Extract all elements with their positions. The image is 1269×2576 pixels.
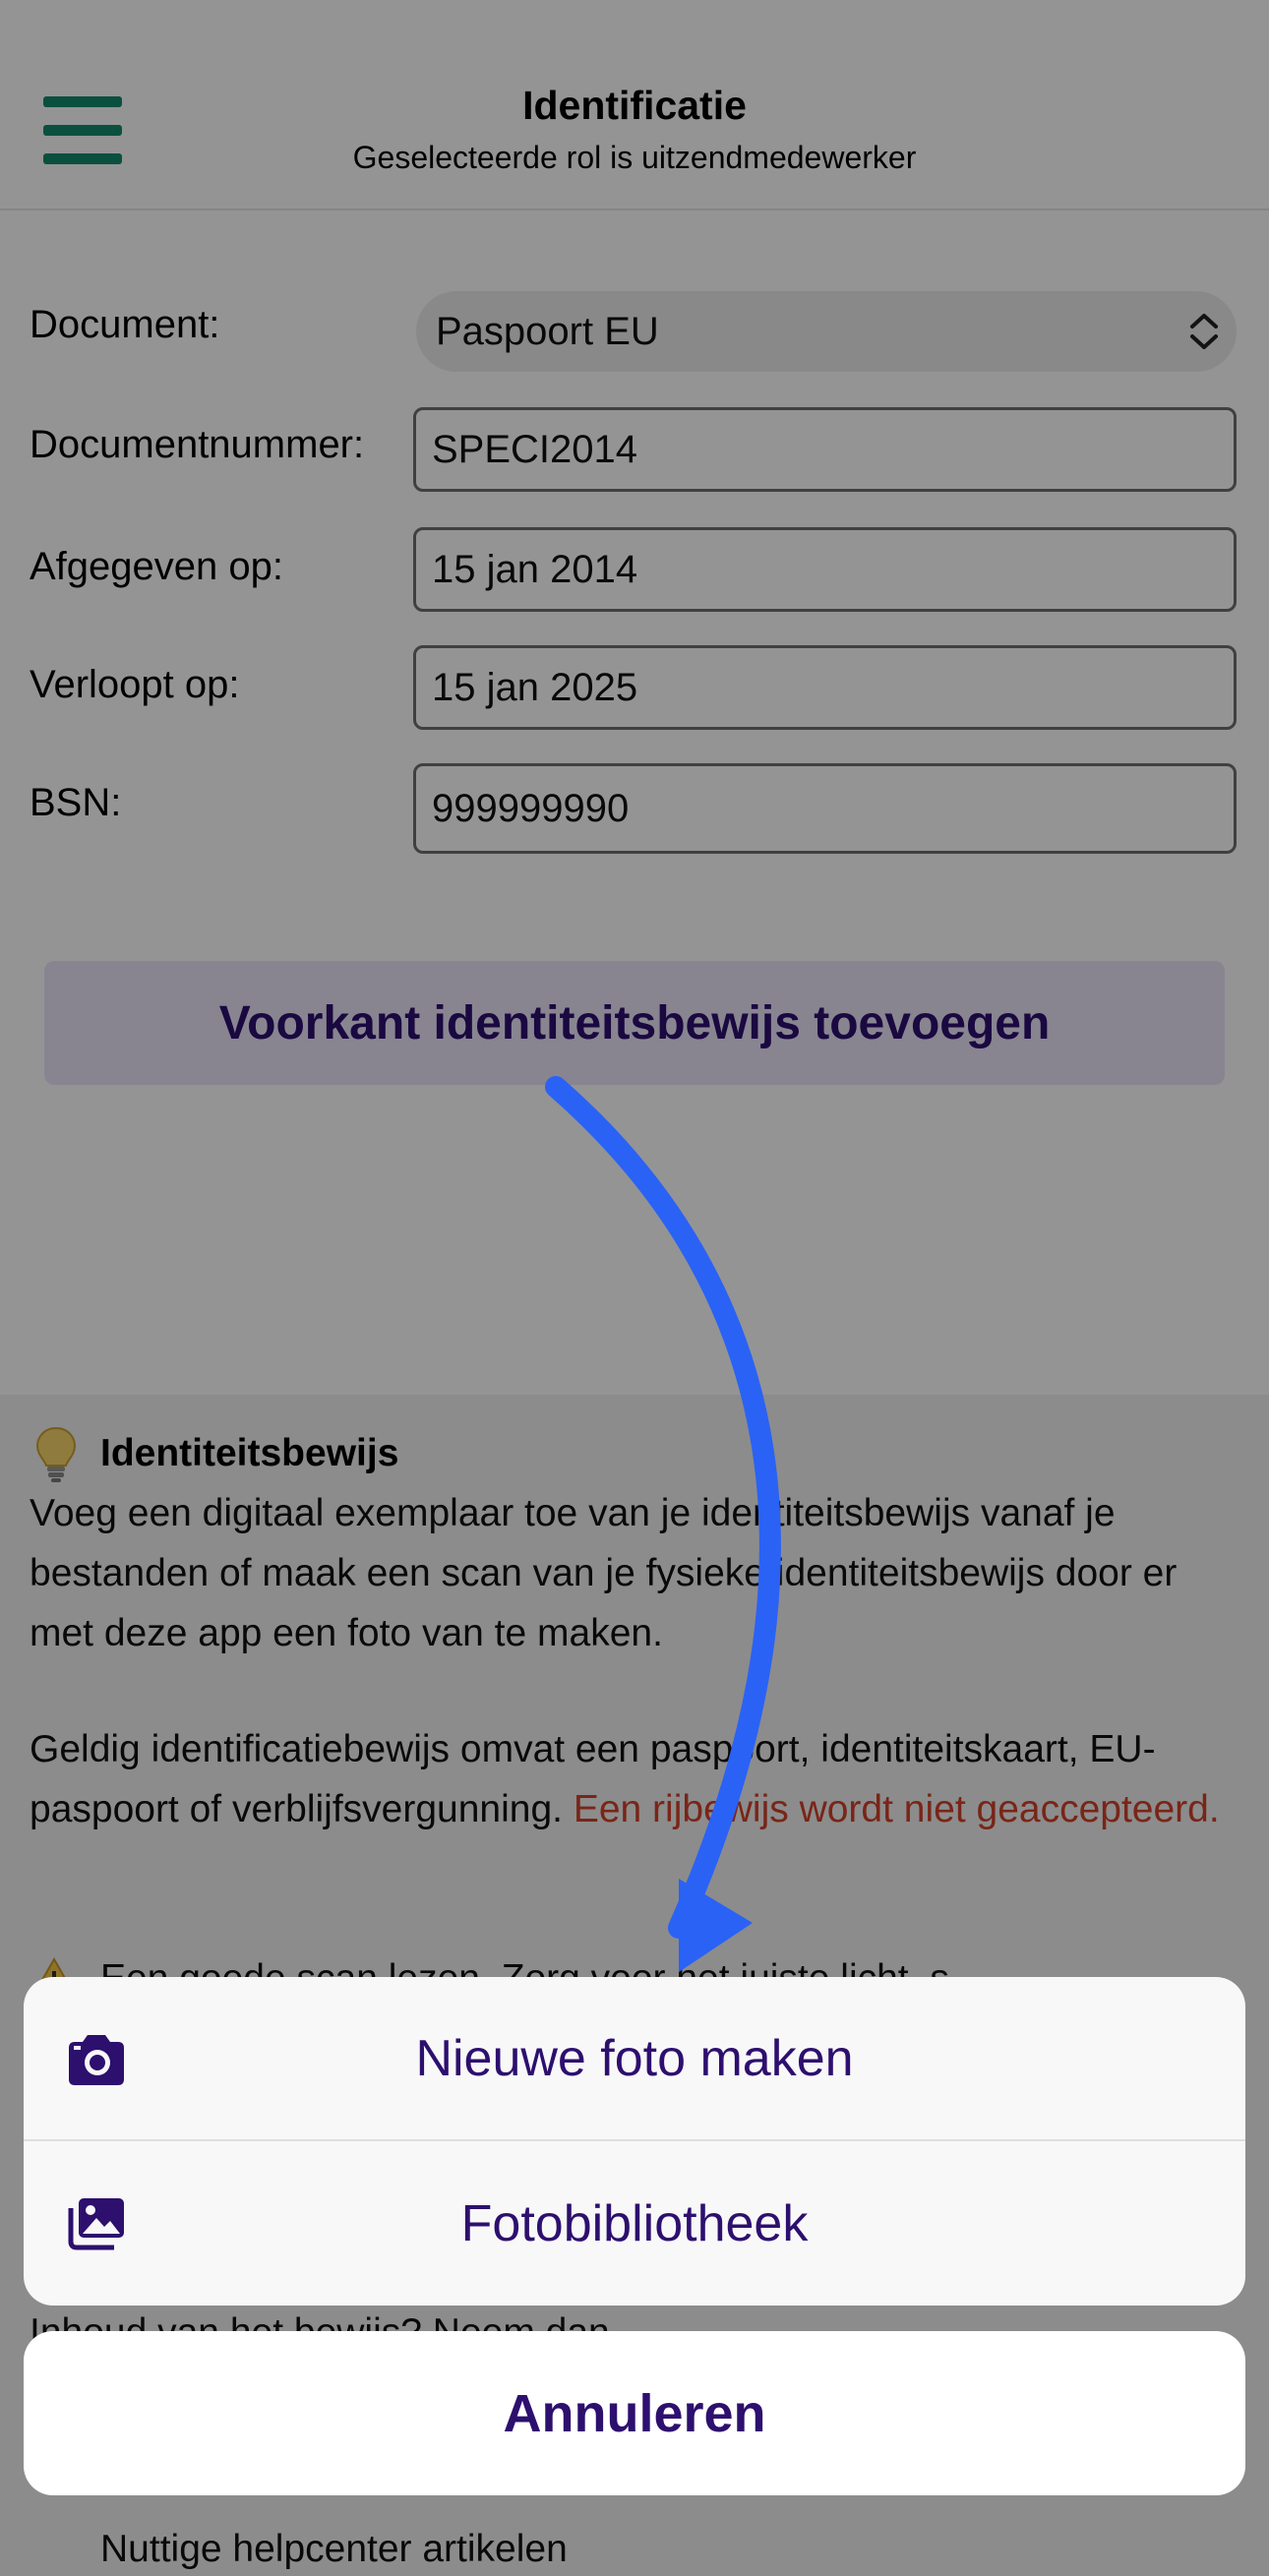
photo-library-icon <box>68 2198 124 2250</box>
photo-library-option[interactable]: Fotobibliotheek <box>24 2141 1245 2306</box>
new-photo-option[interactable]: Nieuwe foto maken <box>24 1977 1245 2141</box>
photo-library-label: Fotobibliotheek <box>460 2194 809 2252</box>
photo-action-sheet: Nieuwe foto maken Fotobibliotheek <box>24 1977 1245 2306</box>
camera-icon <box>69 2035 124 2085</box>
new-photo-label: Nieuwe foto maken <box>415 2029 854 2087</box>
cancel-button[interactable]: Annuleren <box>24 2331 1245 2495</box>
